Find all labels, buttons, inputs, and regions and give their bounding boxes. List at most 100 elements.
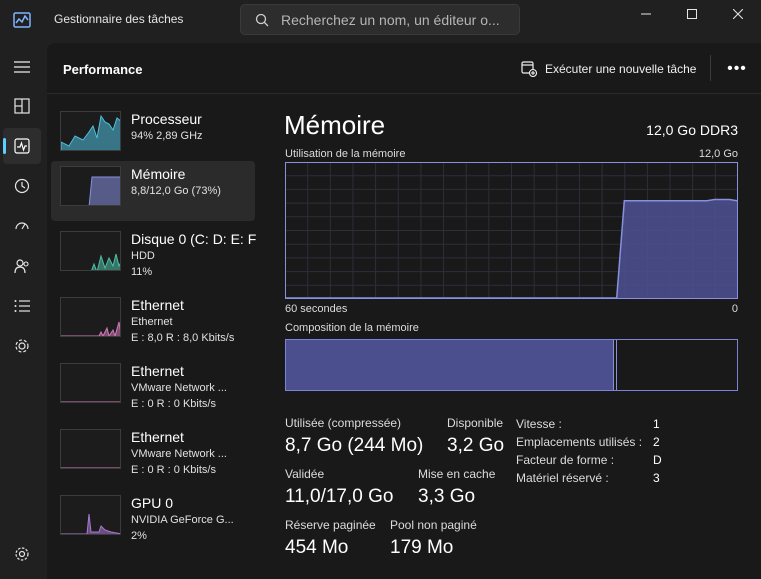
page-title: Performance	[63, 62, 143, 77]
detail-label: Matériel réservé :	[516, 471, 609, 485]
committed-value: 11,0/17,0 Go	[285, 486, 394, 507]
composition-in-use	[286, 340, 614, 390]
search-input[interactable]	[281, 11, 511, 29]
settings-icon	[15, 547, 29, 561]
page-header: Performance Exécuter une nouvelle tâche …	[47, 43, 761, 94]
usage-graph-max: 12,0 Go	[698, 148, 738, 160]
memory-composition-bar	[285, 339, 738, 391]
device-thumbnail	[60, 297, 121, 337]
device-detail: VMware Network ...	[131, 382, 227, 394]
details-icon	[14, 300, 30, 312]
device-item-0[interactable]: Processeur 94% 2,89 GHz	[51, 106, 255, 166]
maximize-button[interactable]	[669, 0, 715, 28]
device-item-6[interactable]: GPU 0 NVIDIA GeForce G... 2%	[51, 490, 255, 550]
cached-label: Mise en cache	[418, 467, 496, 481]
device-name: Ethernet	[131, 429, 184, 445]
run-new-task-label: Exécuter une nouvelle tâche	[545, 62, 697, 76]
minimize-icon	[641, 13, 651, 15]
hamburger-icon	[14, 61, 30, 73]
detail-value: 2	[653, 435, 660, 449]
device-thumbnail	[60, 429, 121, 469]
detail-value: 3	[653, 471, 660, 485]
main-panel: Performance Exécuter une nouvelle tâche …	[47, 43, 761, 579]
paged-pool-value: 454 Mo	[285, 537, 349, 558]
device-detail: NVIDIA GeForce G...	[131, 514, 234, 526]
usage-graph-time-right: 0	[731, 303, 738, 315]
device-detail-2: E : 8,0 R : 8,0 Kbits/s	[131, 332, 235, 344]
detail-value: D	[653, 453, 662, 467]
device-detail: HDD	[131, 250, 155, 262]
paged-pool-label: Réserve paginée	[285, 518, 376, 532]
device-thumbnail	[60, 495, 121, 535]
search-box[interactable]	[240, 4, 520, 35]
device-name: GPU 0	[131, 495, 174, 511]
nav-settings[interactable]	[3, 536, 41, 572]
header-divider	[710, 55, 711, 81]
window-title: Gestionnaire des tâches	[54, 12, 184, 26]
used-value: 8,7 Go (244 Mo)	[285, 435, 424, 456]
device-thumbnail	[60, 231, 121, 271]
services-icon	[15, 339, 29, 353]
device-detail-2: 11%	[131, 266, 153, 278]
task-manager-icon	[13, 11, 31, 29]
device-detail: Ethernet	[131, 316, 173, 328]
device-detail-2: 2%	[131, 530, 147, 542]
minimize-button[interactable]	[623, 0, 669, 28]
hamburger-button[interactable]	[3, 49, 41, 85]
used-label: Utilisée (compressée)	[285, 416, 402, 430]
new-task-icon	[521, 61, 537, 77]
app-history-icon	[14, 178, 30, 194]
nav-users[interactable]	[3, 248, 41, 284]
close-icon	[733, 9, 743, 19]
device-item-4[interactable]: Ethernet VMware Network ... E : 0 R : 0 Kb…	[51, 358, 255, 418]
device-detail-2: E : 0 R : 0 Kbits/s	[131, 398, 216, 410]
composition-label: Composition de la mémoire	[285, 322, 419, 334]
usage-graph-time-left: 60 secondes	[285, 303, 348, 315]
device-name: Mémoire	[131, 166, 186, 182]
nav-details[interactable]	[3, 288, 41, 324]
device-thumbnail	[60, 363, 121, 403]
device-item-2[interactable]: Disque 0 (C: D: E: F HDD 11%	[51, 226, 256, 286]
nav-processes[interactable]	[3, 88, 41, 124]
usage-graph-label: Utilisation de la mémoire	[285, 148, 406, 160]
run-new-task-button[interactable]: Exécuter une nouvelle tâche	[521, 58, 696, 80]
device-name: Processeur	[131, 111, 202, 127]
memory-usage-graph	[285, 162, 738, 299]
title-bar: Gestionnaire des tâches	[0, 0, 761, 40]
composition-modified	[614, 340, 617, 390]
available-label: Disponible	[447, 416, 504, 430]
close-button[interactable]	[715, 0, 761, 28]
nav-app-history[interactable]	[3, 168, 41, 204]
device-detail: VMware Network ...	[131, 448, 227, 460]
nav-performance[interactable]	[3, 128, 41, 164]
performance-icon	[14, 138, 30, 154]
device-name: Disque 0 (C: D: E: F	[131, 231, 257, 247]
device-detail: 94% 2,89 GHz	[131, 130, 203, 142]
nav-startup-apps[interactable]	[3, 208, 41, 244]
device-detail-2: E : 0 R : 0 Kbits/s	[131, 464, 216, 476]
maximize-icon	[687, 9, 697, 19]
navigation-rail	[0, 40, 44, 579]
device-thumbnail	[60, 111, 121, 151]
device-item-1[interactable]: Mémoire 8,8/12,0 Go (73%)	[51, 161, 255, 221]
search-icon	[255, 13, 269, 27]
startup-apps-icon	[15, 222, 29, 230]
device-item-3[interactable]: Ethernet Ethernet E : 8,0 R : 8,0 Kbits/s	[51, 292, 255, 352]
users-icon	[14, 259, 29, 274]
device-name: Ethernet	[131, 297, 184, 313]
available-value: 3,2 Go	[447, 435, 505, 456]
committed-label: Validée	[285, 467, 325, 481]
detail-label: Emplacements utilisés :	[516, 435, 643, 449]
detail-value: 1	[653, 417, 660, 431]
device-item-5[interactable]: Ethernet VMware Network ... E : 0 R : 0 Kb…	[51, 424, 255, 484]
processes-icon	[14, 98, 30, 114]
memory-title: Mémoire	[284, 110, 386, 140]
more-options-button[interactable]: •••	[723, 57, 751, 81]
cached-value: 3,3 Go	[418, 486, 476, 507]
detail-label: Facteur de forme :	[516, 453, 615, 467]
nonpaged-pool-label: Pool non paginé	[390, 518, 477, 532]
device-thumbnail	[60, 166, 121, 206]
detail-label: Vitesse :	[516, 417, 562, 431]
nonpaged-pool-value: 179 Mo	[390, 537, 454, 558]
nav-services[interactable]	[3, 328, 41, 364]
